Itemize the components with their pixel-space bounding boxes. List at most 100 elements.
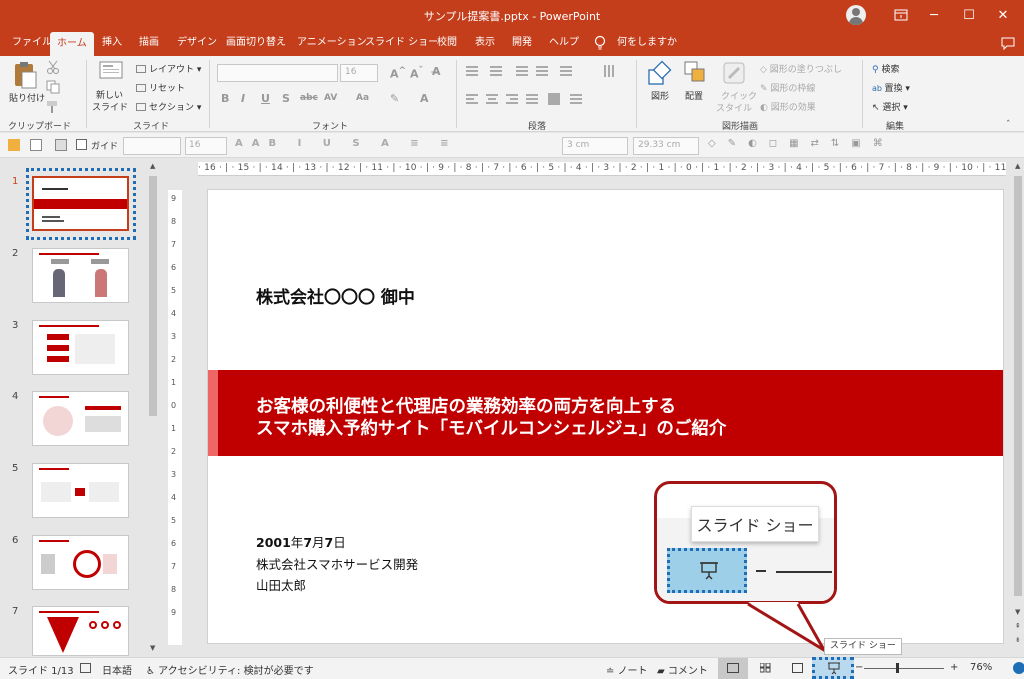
change-case-icon[interactable]: Aa: [356, 93, 369, 103]
font-color-icon[interactable]: A: [420, 92, 429, 105]
font-name-mini-combo[interactable]: [123, 137, 181, 155]
collapse-ribbon-icon[interactable]: ˆ: [1006, 120, 1011, 130]
select-button[interactable]: ↖ 選択 ▾: [872, 100, 908, 113]
spellcheck-icon[interactable]: [80, 663, 91, 673]
replace-button[interactable]: ab 置換 ▾: [872, 81, 910, 94]
normal-view-button[interactable]: [718, 658, 748, 679]
font-size-combo[interactable]: 16: [340, 64, 378, 82]
char-spacing-icon[interactable]: AV: [324, 93, 337, 103]
grid-icon[interactable]: [30, 139, 42, 151]
lightbulb-icon: [594, 35, 608, 51]
font-group-label: フォント: [312, 122, 349, 132]
shape-effects-button[interactable]: ◐ 図形の効果: [760, 100, 816, 113]
notes-button[interactable]: ≐ ノート: [606, 662, 648, 677]
new-slide-label-2[interactable]: スライド: [92, 100, 128, 113]
slide-person[interactable]: 山田太郎: [256, 575, 306, 594]
tab-insert[interactable]: 挿入: [95, 30, 129, 56]
thumbnail-slide-4[interactable]: [32, 391, 129, 446]
format-painter-icon[interactable]: [46, 100, 62, 114]
list-controls[interactable]: [464, 64, 624, 78]
thumbnail-slide-7[interactable]: [32, 606, 129, 656]
slide-canvas[interactable]: 株式会社〇〇〇 御中 お客様の利便性と代理店の業務効率の両方を向上する スマホ購…: [208, 190, 1003, 643]
shrink-font-icon[interactable]: Aˇ: [410, 65, 423, 81]
close-button[interactable]: ✕: [980, 0, 1024, 30]
accessibility-status[interactable]: ♿︎ アクセシビリティ: 検討が必要です: [146, 662, 314, 677]
shape-fill-button[interactable]: ◇ 図形の塗りつぶし: [760, 62, 842, 75]
slide-sorter-icon[interactable]: [759, 662, 771, 673]
reading-view-icon[interactable]: [792, 663, 803, 673]
quick-styles-label-2[interactable]: スタイル: [716, 101, 752, 114]
vertical-scrollbar[interactable]: ▲ ▼ ⇞ ⇟: [1012, 162, 1024, 654]
find-button[interactable]: ⚲ 検索: [872, 62, 899, 75]
cut-icon[interactable]: [46, 60, 62, 74]
shadow-icon[interactable]: S: [282, 92, 290, 105]
font-size-mini-combo[interactable]: 16: [185, 137, 227, 155]
close-pane-icon[interactable]: [55, 139, 67, 151]
comments-button[interactable]: ▰ コメント: [657, 662, 708, 677]
thumbnail-slide-5[interactable]: [32, 463, 129, 518]
new-slide-icon[interactable]: [98, 60, 124, 86]
zoom-slider[interactable]: [864, 668, 944, 669]
shape-outline-button[interactable]: ✎ 図形の枠線: [760, 81, 815, 94]
tab-home[interactable]: ホーム: [50, 32, 94, 56]
tab-developer[interactable]: 開発: [505, 30, 539, 56]
highlight-icon[interactable]: ✎: [390, 92, 399, 105]
thumbnail-slide-6[interactable]: [32, 535, 129, 590]
tab-help[interactable]: ヘルプ: [542, 30, 586, 56]
bold-icon[interactable]: B: [221, 92, 229, 105]
zoom-level[interactable]: 76%: [970, 662, 992, 673]
fit-to-window-icon[interactable]: [1013, 662, 1024, 674]
thumbnail-slide-2[interactable]: [32, 248, 129, 303]
slide-company[interactable]: 株式会社スマホサービス開発: [256, 554, 418, 573]
comment-icon: ▰: [657, 666, 668, 677]
arrange-icon[interactable]: [683, 60, 709, 88]
underline-icon[interactable]: U: [261, 92, 270, 105]
slide-title-band[interactable]: お客様の利便性と代理店の業務効率の両方を向上する スマホ購入予約サイト「モバイル…: [208, 370, 1003, 456]
font-name-combo[interactable]: [217, 64, 338, 82]
paste-button[interactable]: 貼り付け: [9, 91, 45, 104]
tab-design[interactable]: デザイン: [170, 30, 224, 56]
alignment-controls[interactable]: [464, 92, 624, 106]
copy-icon[interactable]: [46, 80, 62, 94]
select-label: 選択: [882, 103, 901, 113]
tab-transitions[interactable]: 画面切り替え: [219, 30, 293, 56]
arrange-button[interactable]: 配置: [685, 89, 703, 102]
tab-review[interactable]: 校閲: [430, 30, 464, 56]
thumb-number: 4: [12, 391, 19, 402]
tell-me-search[interactable]: 何をしますか: [610, 30, 684, 56]
grow-font-icon[interactable]: A^: [390, 65, 406, 81]
paste-icon[interactable]: [10, 60, 40, 90]
shapes-button[interactable]: 図形: [651, 89, 669, 102]
title-bar: サンプル提案書.pptx - PowerPoint ─ ☐ ✕: [0, 0, 1024, 30]
thumbnail-scrollbar[interactable]: ▲ ▼: [147, 162, 159, 654]
tab-draw[interactable]: 描画: [132, 30, 166, 56]
mini-shape-icons[interactable]: ◇✎◐◻▦⇄⇅▣⌘: [708, 138, 998, 152]
quick-styles-icon[interactable]: [721, 60, 749, 88]
shape-width-field[interactable]: 29.33 cm: [633, 137, 699, 155]
shapes-icon[interactable]: [646, 60, 674, 88]
slide-headline-2[interactable]: スマホ購入予約サイト「モバイルコンシェルジュ」のご紹介: [256, 415, 726, 440]
reset-button[interactable]: リセット: [136, 81, 185, 94]
notes-icon: ≐: [606, 666, 618, 677]
tab-view[interactable]: 表示: [468, 30, 502, 56]
account-avatar[interactable]: [846, 5, 866, 25]
italic-icon[interactable]: I: [241, 92, 245, 105]
layout-button[interactable]: レイアウト ▾: [136, 62, 201, 75]
slide-recipient[interactable]: 株式会社〇〇〇 御中: [256, 283, 415, 308]
slide-icon[interactable]: [8, 139, 20, 151]
slide-date[interactable]: 2001年7月7日: [256, 532, 346, 551]
shape-height-field[interactable]: 3 cm: [562, 137, 628, 155]
zoom-in-button[interactable]: +: [950, 662, 958, 673]
section-button[interactable]: セクション ▾: [136, 100, 201, 113]
mini-format-icons[interactable]: AAB I U S A ≡ ≡: [235, 138, 515, 152]
zoom-out-button[interactable]: −: [855, 662, 863, 673]
paint-bucket-icon: ◇: [760, 65, 770, 75]
guide-checkbox[interactable]: [76, 139, 87, 150]
language-indicator[interactable]: 日本語: [102, 662, 132, 677]
clear-format-icon[interactable]: A̶: [432, 65, 441, 78]
strikethrough-icon[interactable]: abc: [300, 93, 318, 103]
zoom-slider-thumb[interactable]: [896, 663, 899, 673]
slideshow-button[interactable]: [812, 657, 854, 679]
comments-icon[interactable]: [1000, 36, 1016, 51]
thumbnail-slide-3[interactable]: [32, 320, 129, 375]
